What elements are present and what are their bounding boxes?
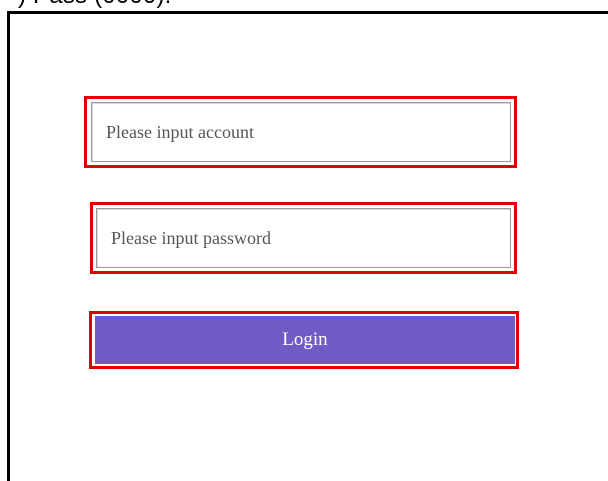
password-input[interactable]: [96, 208, 511, 268]
account-input[interactable]: [91, 102, 511, 162]
login-button[interactable]: Login: [95, 316, 515, 364]
caption-text: ) Pass (0000).: [18, 0, 172, 10]
